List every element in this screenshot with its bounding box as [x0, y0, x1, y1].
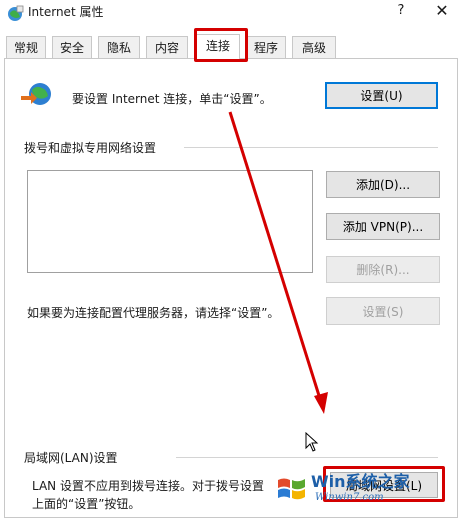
- watermark: Win系统之家 Winwin7.com: [275, 466, 461, 514]
- connection-settings-button[interactable]: 设置(S): [326, 297, 440, 325]
- dialup-vpn-heading: 拨号和虚拟专用网络设置: [24, 141, 157, 155]
- add-connection-button[interactable]: 添加(D)...: [326, 171, 440, 198]
- tab-general[interactable]: 常规: [6, 36, 46, 58]
- dialup-group-divider: [184, 147, 438, 148]
- window-title: Internet 属性: [28, 5, 104, 19]
- close-button[interactable]: ✕: [428, 0, 456, 22]
- setup-button[interactable]: 设置(U): [325, 82, 438, 109]
- tab-privacy[interactable]: 隐私: [98, 36, 140, 58]
- windows-logo-icon: [278, 478, 305, 500]
- proxy-instruction: 如果要为连接配置代理服务器，请选择“设置”。: [27, 306, 280, 320]
- internet-globe-icon: [21, 83, 51, 105]
- lan-group-divider: [176, 457, 438, 458]
- lan-description-line1: LAN 设置不应用到拨号连接。对于拨号设置: [32, 479, 264, 493]
- connections-tab-highlight: [194, 28, 248, 62]
- lan-description-line2: 上面的“设置”按钮。: [32, 497, 141, 511]
- tab-content[interactable]: 内容: [146, 36, 188, 58]
- tab-security[interactable]: 安全: [52, 36, 92, 58]
- help-button[interactable]: ?: [392, 2, 410, 20]
- watermark-url: Winwin7.com: [315, 492, 384, 503]
- watermark-brand: Win系统之家: [311, 472, 410, 491]
- internet-options-icon: [8, 5, 24, 21]
- mouse-pointer-icon: [305, 432, 319, 452]
- setup-instruction: 要设置 Internet 连接，单击“设置”。: [72, 92, 272, 106]
- delete-connection-button[interactable]: 删除(R)...: [326, 256, 440, 283]
- tab-advanced[interactable]: 高级: [292, 36, 336, 58]
- tab-programs[interactable]: 程序: [246, 36, 286, 58]
- connection-list[interactable]: [27, 170, 313, 273]
- add-vpn-button[interactable]: 添加 VPN(P)...: [326, 213, 440, 240]
- lan-settings-heading: 局域网(LAN)设置: [24, 451, 118, 465]
